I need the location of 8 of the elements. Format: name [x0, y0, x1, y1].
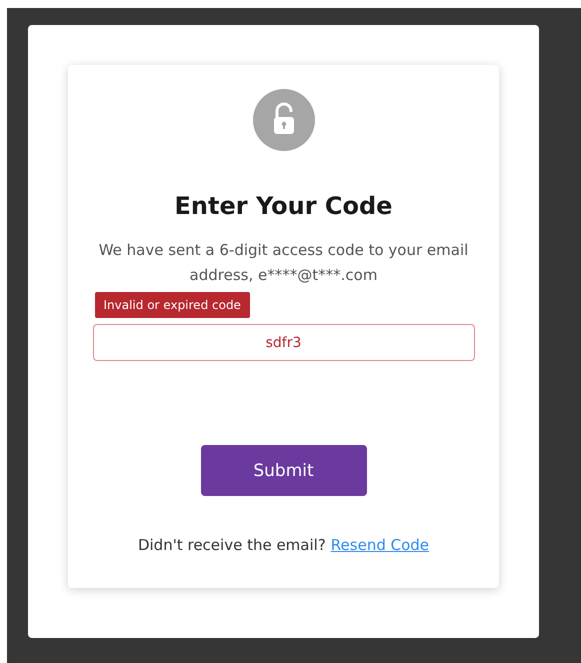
error-tooltip: Invalid or expired code: [94, 292, 250, 318]
submit-button[interactable]: Submit: [200, 445, 366, 496]
code-input-field[interactable]: sdfr3: [92, 324, 474, 361]
resend-code-link[interactable]: Resend Code: [330, 536, 430, 554]
unlocked-lock-icon: [252, 89, 314, 151]
resend-prompt: Didn't receive the email?: [138, 536, 326, 554]
instruction-text: We have sent a 6-digit access code to your email address, e****@t***.com: [98, 240, 470, 286]
heading: Enter Your Code: [174, 192, 392, 220]
